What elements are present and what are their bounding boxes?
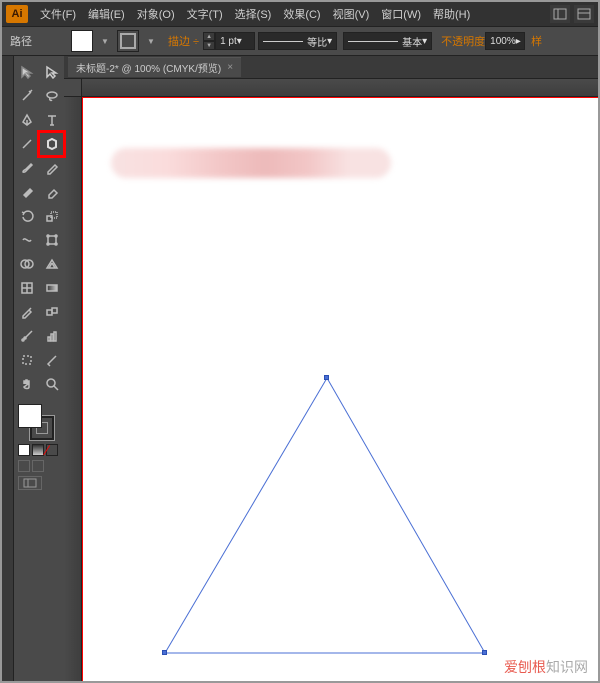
color-block: ∕	[14, 402, 64, 492]
stroke-swatch[interactable]	[117, 30, 139, 52]
menu-select[interactable]: 选择(S)	[229, 6, 278, 22]
rotate-tool[interactable]	[14, 204, 39, 228]
artboard[interactable]	[82, 97, 598, 681]
watermark-suffix: 知识网	[546, 661, 588, 676]
opacity-input[interactable]: 100% ▸	[485, 32, 525, 50]
width-tool[interactable]	[14, 228, 39, 252]
stroke-dropdown-icon[interactable]: ▼	[145, 30, 157, 52]
menu-window[interactable]: 窗口(W)	[375, 6, 427, 22]
menu-edit[interactable]: 编辑(E)	[82, 6, 131, 22]
shape-builder-tool[interactable]	[14, 252, 39, 276]
graph-tool[interactable]	[39, 324, 64, 348]
selection-tool[interactable]	[14, 60, 39, 84]
opacity-label[interactable]: 不透明度	[441, 33, 485, 49]
blend-tool[interactable]	[39, 300, 64, 324]
menu-file[interactable]: 文件(F)	[34, 6, 82, 22]
blurred-region	[111, 148, 391, 178]
content-area: ∕ 未标题-2* @ 100% (CMYK/预览) ×	[2, 56, 598, 681]
lasso-tool[interactable]	[39, 84, 64, 108]
app-logo: Ai	[6, 5, 28, 23]
search-icon[interactable]	[574, 5, 594, 23]
fill-stroke-swatches[interactable]	[18, 404, 54, 440]
menu-type[interactable]: 文字(T)	[181, 6, 229, 22]
hand-tool[interactable]	[14, 372, 39, 396]
menu-help[interactable]: 帮助(H)	[427, 6, 476, 22]
menu-object[interactable]: 对象(O)	[131, 6, 181, 22]
brush-label: 基本	[402, 34, 422, 49]
fill-color-swatch[interactable]	[18, 404, 42, 428]
close-tab-icon[interactable]: ×	[227, 62, 233, 73]
shape-tool[interactable]	[39, 132, 64, 156]
type-tool[interactable]	[39, 108, 64, 132]
ruler-corner[interactable]	[64, 79, 82, 97]
screen-mode-normal[interactable]	[18, 460, 30, 472]
color-mode-gradient[interactable]	[32, 444, 44, 456]
magic-wand-tool[interactable]	[14, 84, 39, 108]
color-mode-none[interactable]: ∕	[46, 444, 58, 456]
screen-mode-full[interactable]	[32, 460, 44, 472]
opacity-value: 100%	[490, 36, 516, 47]
stroke-weight-input[interactable]: 1 pt ▾	[215, 32, 255, 50]
tab-bar: 未标题-2* @ 100% (CMYK/预览) ×	[64, 56, 598, 78]
menubar: Ai 文件(F) 编辑(E) 对象(O) 文字(T) 选择(S) 效果(C) 视…	[2, 2, 598, 26]
color-mode-solid[interactable]	[18, 444, 30, 456]
scale-tool[interactable]	[39, 204, 64, 228]
gradient-tool[interactable]	[39, 276, 64, 300]
canvas-view[interactable]	[82, 97, 598, 681]
style-label[interactable]: 样	[531, 33, 542, 49]
eraser-tool[interactable]	[39, 180, 64, 204]
menu-view[interactable]: 视图(V)	[327, 6, 376, 22]
anchor-right[interactable]	[482, 650, 487, 655]
panel-dock-strip[interactable]	[2, 56, 14, 681]
document-setup-button[interactable]	[18, 476, 42, 490]
symbol-sprayer-tool[interactable]	[14, 324, 39, 348]
profile-select[interactable]: 等比 ▾	[258, 32, 337, 50]
stroke-weight-value: 1 pt	[220, 36, 237, 47]
paintbrush-tool[interactable]	[14, 156, 39, 180]
watermark: 爱刨根知识网	[504, 657, 588, 677]
triangle-path[interactable]	[165, 378, 495, 668]
line-tool[interactable]	[14, 132, 39, 156]
eyedropper-tool[interactable]	[14, 300, 39, 324]
blob-brush-tool[interactable]	[14, 180, 39, 204]
menu-effect[interactable]: 效果(C)	[277, 6, 326, 22]
perspective-grid-tool[interactable]	[39, 252, 64, 276]
toolbar: ∕	[14, 56, 64, 681]
anchor-left[interactable]	[162, 650, 167, 655]
artboard-tool[interactable]	[14, 348, 39, 372]
document-tab-title: 未标题-2* @ 100% (CMYK/预览)	[76, 60, 221, 75]
optionsbar: 路径 ▼ ▼ 描边 ÷ ▲▼ 1 pt ▾ 等比 ▾ 基本 ▾ 不透明度 100…	[2, 26, 598, 56]
stroke-label[interactable]: 描边 ÷	[168, 33, 199, 49]
slice-tool[interactable]	[39, 348, 64, 372]
app-frame: Ai 文件(F) 编辑(E) 对象(O) 文字(T) 选择(S) 效果(C) 视…	[0, 0, 600, 683]
direct-selection-tool[interactable]	[39, 60, 64, 84]
free-transform-tool[interactable]	[39, 228, 64, 252]
mesh-tool[interactable]	[14, 276, 39, 300]
pencil-tool[interactable]	[39, 156, 64, 180]
fill-dropdown-icon[interactable]: ▼	[99, 30, 111, 52]
essentials-icon[interactable]	[550, 5, 570, 23]
pen-tool[interactable]	[14, 108, 39, 132]
path-label: 路径	[10, 33, 32, 49]
profile-label: 等比	[307, 34, 327, 49]
doc-area: 未标题-2* @ 100% (CMYK/预览) ×	[64, 56, 598, 681]
fill-swatch[interactable]	[71, 30, 93, 52]
document-tab[interactable]: 未标题-2* @ 100% (CMYK/预览) ×	[68, 57, 241, 77]
watermark-brand: 爱刨根	[504, 661, 546, 676]
zoom-tool[interactable]	[39, 372, 64, 396]
ruler-vertical[interactable]	[64, 97, 82, 681]
brush-select[interactable]: 基本 ▾	[343, 32, 432, 50]
ruler-horizontal[interactable]	[82, 79, 598, 97]
anchor-apex[interactable]	[324, 375, 329, 380]
stroke-stepper[interactable]: ▲▼	[203, 32, 215, 50]
